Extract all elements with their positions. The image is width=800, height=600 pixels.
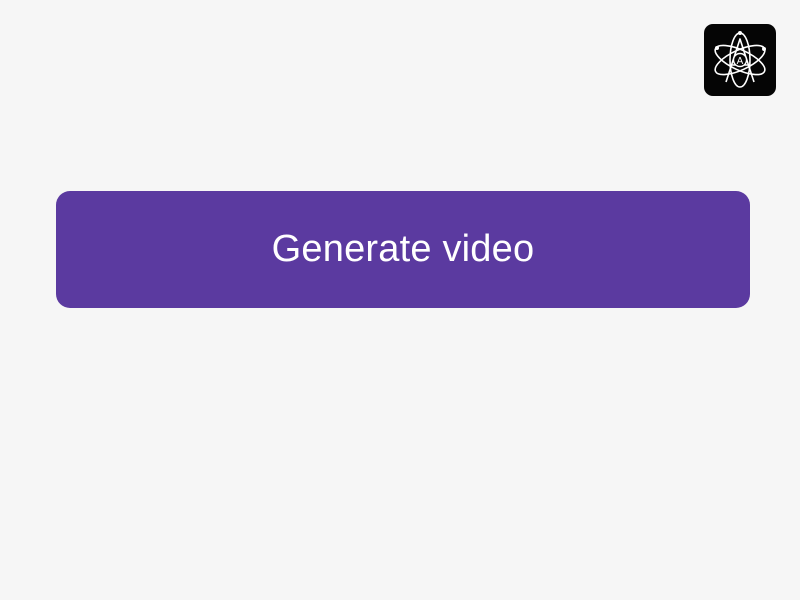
svg-text:A: A	[737, 56, 744, 67]
page: A Generate video	[0, 0, 800, 600]
generate-video-button[interactable]: Generate video	[56, 191, 750, 308]
atom-a-logo-icon: A	[704, 24, 776, 96]
